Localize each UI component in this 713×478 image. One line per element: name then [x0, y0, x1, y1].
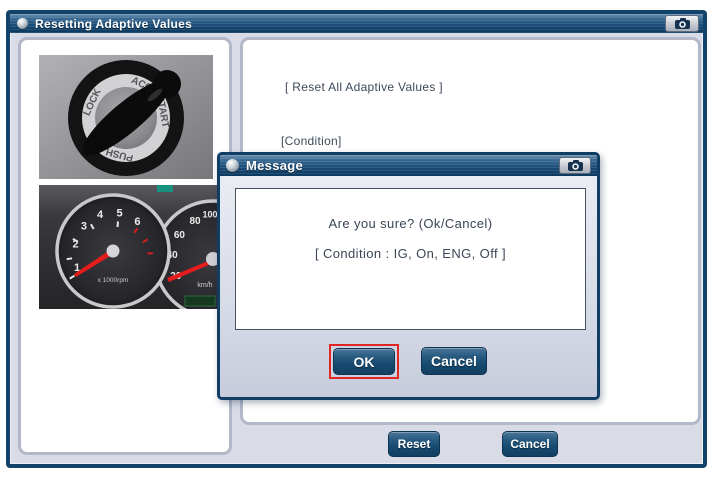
tach-label: 3	[81, 221, 87, 233]
dialog-title: Message	[246, 158, 303, 173]
tachometer-hub	[107, 245, 120, 258]
dialog-cancel-button[interactable]: Cancel	[421, 347, 487, 375]
footer-cancel-button[interactable]: Cancel	[502, 431, 558, 457]
screen: Resetting Adaptive Values	[0, 0, 713, 478]
screenshot-camera-button[interactable]	[665, 15, 699, 32]
message-box: Are you sure? (Ok/Cancel) [ Condition : …	[235, 188, 586, 330]
tach-label: 6	[134, 216, 140, 228]
main-titlebar: Resetting Adaptive Values	[10, 14, 703, 33]
procedure-heading: [ Reset All Adaptive Values ]	[285, 80, 443, 94]
reset-button[interactable]: Reset	[388, 431, 440, 457]
tach-label: 2	[73, 238, 79, 250]
camera-icon	[674, 17, 691, 30]
image-panel: ACC LOCK START PUSH	[18, 37, 232, 455]
odometer-display	[185, 296, 215, 306]
speed-label: 100	[202, 209, 217, 219]
speed-unit-label: km/h	[197, 282, 212, 289]
speed-label: 60	[174, 230, 186, 241]
instrument-cluster-photo: 20 40 60 80 100 km/h	[39, 185, 217, 309]
tach-unit-label: x 1000rpm	[98, 277, 129, 284]
tachometer-gauge: 1 2 3 4 5 6 x 1000rpm	[57, 195, 169, 307]
tach-label: 5	[117, 208, 123, 220]
tach-label: 4	[97, 209, 104, 221]
speed-label: 80	[189, 216, 201, 227]
ok-button[interactable]: OK	[333, 348, 395, 375]
condition-label: [Condition]	[281, 134, 342, 148]
ok-highlight-box: OK	[329, 344, 399, 379]
dialog-titlebar: Message	[220, 155, 597, 176]
dialog-sphere-icon	[226, 159, 239, 172]
ignition-switch-photo: ACC LOCK START PUSH	[39, 55, 213, 179]
message-dialog: Message Are you sure? (Ok/Cancel) [ Cond…	[217, 152, 600, 400]
window-title: Resetting Adaptive Values	[35, 17, 192, 31]
camera-icon	[567, 159, 584, 172]
message-line-2: [ Condition : IG, On, ENG, Off ]	[236, 239, 585, 269]
dialog-camera-button[interactable]	[559, 157, 591, 174]
cluster-teal-indicator	[157, 185, 173, 192]
message-line-1: Are you sure? (Ok/Cancel)	[236, 209, 585, 239]
window-sphere-icon	[17, 18, 28, 29]
dialog-body: Are you sure? (Ok/Cancel) [ Condition : …	[220, 176, 597, 400]
